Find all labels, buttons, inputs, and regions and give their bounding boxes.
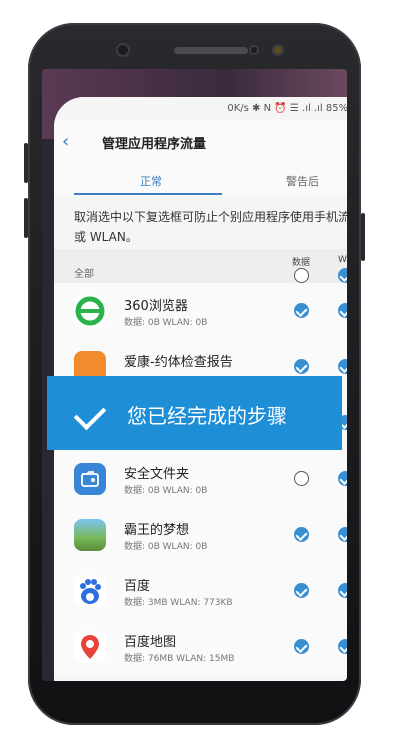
data-checkbox[interactable] xyxy=(294,471,309,486)
app-usage: 数据: 3MB WLAN: 773KB xyxy=(124,598,233,608)
select-all-data-checkbox[interactable] xyxy=(294,268,309,283)
front-flash-icon xyxy=(274,46,282,54)
data-checkbox[interactable] xyxy=(294,527,309,542)
app-usage: 数据: 0B WLAN: 0B xyxy=(124,318,208,328)
phone-screen: 0K/s ✱ N ⏰ ☰ .ıl .ıl 85% 09 ‹ 管理应用程序流量 正… xyxy=(42,69,347,681)
status-text: 0K/s ✱ N ⏰ ☰ .ıl .ıl 85% 09 xyxy=(227,103,347,114)
list-item[interactable]: 霸王的梦想 数据: 0B WLAN: 0B xyxy=(54,507,347,563)
description-text: 取消选中以下复选框可防止个别应用程序使用手机流量或 WLAN。 xyxy=(74,210,347,244)
app-icon-game xyxy=(74,519,106,551)
app-name: 百度地图 xyxy=(124,635,177,650)
list-item[interactable]: 百度地图 数据: 76MB WLAN: 15MB xyxy=(54,619,347,675)
data-checkbox[interactable] xyxy=(294,303,309,318)
volume-button xyxy=(24,143,28,183)
list-item[interactable]: 360浏览器 数据: 0B WLAN: 0B xyxy=(54,283,347,339)
app-icon-baidu-map xyxy=(74,631,106,663)
app-name: 爱康-约体检查报告 xyxy=(124,355,233,370)
app-usage: 数据: 76MB WLAN: 15MB xyxy=(124,654,235,664)
phone-frame: 0K/s ✱ N ⏰ ☰ .ıl .ıl 85% 09 ‹ 管理应用程序流量 正… xyxy=(24,23,365,725)
data-checkbox[interactable] xyxy=(294,639,309,654)
tab-indicator xyxy=(74,193,222,195)
wlan-checkbox[interactable] xyxy=(338,303,347,318)
app-name: 360浏览器 xyxy=(124,299,188,314)
app-icon-secure-folder xyxy=(74,463,106,495)
app-name: 百度 xyxy=(124,579,151,594)
wlan-checkbox[interactable] xyxy=(338,527,347,542)
app-usage: 数据: 0B WLAN: 0B xyxy=(124,486,208,496)
app-icon-baidu xyxy=(74,575,106,607)
tab-bar: 正常 警告后 xyxy=(54,165,347,197)
front-camera-icon xyxy=(118,45,128,55)
wlan-checkbox[interactable] xyxy=(338,471,347,486)
tab-normal[interactable]: 正常 xyxy=(140,173,162,189)
data-checkbox[interactable] xyxy=(294,583,309,598)
power-button xyxy=(361,213,365,261)
wlan-checkbox[interactable] xyxy=(338,359,347,374)
bixby-button xyxy=(24,198,28,238)
column-header-data: 数据 xyxy=(292,258,311,268)
data-checkbox[interactable] xyxy=(294,359,309,374)
app-icon-360-browser xyxy=(74,295,106,327)
earpiece xyxy=(174,47,248,54)
app-usage: 数据: 0B WLAN: 0B xyxy=(124,542,208,552)
app-name: 安全文件夹 xyxy=(124,467,190,482)
list-item[interactable]: 百度 数据: 3MB WLAN: 773KB xyxy=(54,563,347,619)
select-all-wlan-checkbox[interactable] xyxy=(338,268,347,283)
banner-text: 您已经完成的步骤 xyxy=(127,404,287,428)
back-arrow-icon[interactable]: ‹ xyxy=(62,132,82,152)
app-header: ‹ 管理应用程序流量 xyxy=(54,121,347,165)
section-label: 全部 xyxy=(74,269,94,280)
sensor-icon xyxy=(251,47,257,53)
wlan-checkbox[interactable] xyxy=(338,583,347,598)
page-title: 管理应用程序流量 xyxy=(102,137,207,152)
list-item[interactable]: 安全文件夹 数据: 0B WLAN: 0B xyxy=(54,451,347,507)
wlan-checkbox[interactable] xyxy=(338,639,347,654)
column-header-wlan: WLA xyxy=(338,255,347,265)
checkmark-icon xyxy=(73,397,107,431)
section-all: 全部 数据 WLA xyxy=(54,249,347,283)
status-bar: 0K/s ✱ N ⏰ ☰ .ıl .ıl 85% 09 xyxy=(54,97,347,121)
tab-after-warning[interactable]: 警告后 xyxy=(286,173,319,189)
app-name: 霸王的梦想 xyxy=(124,523,190,538)
completion-banner: 您已经完成的步骤 xyxy=(47,376,342,450)
